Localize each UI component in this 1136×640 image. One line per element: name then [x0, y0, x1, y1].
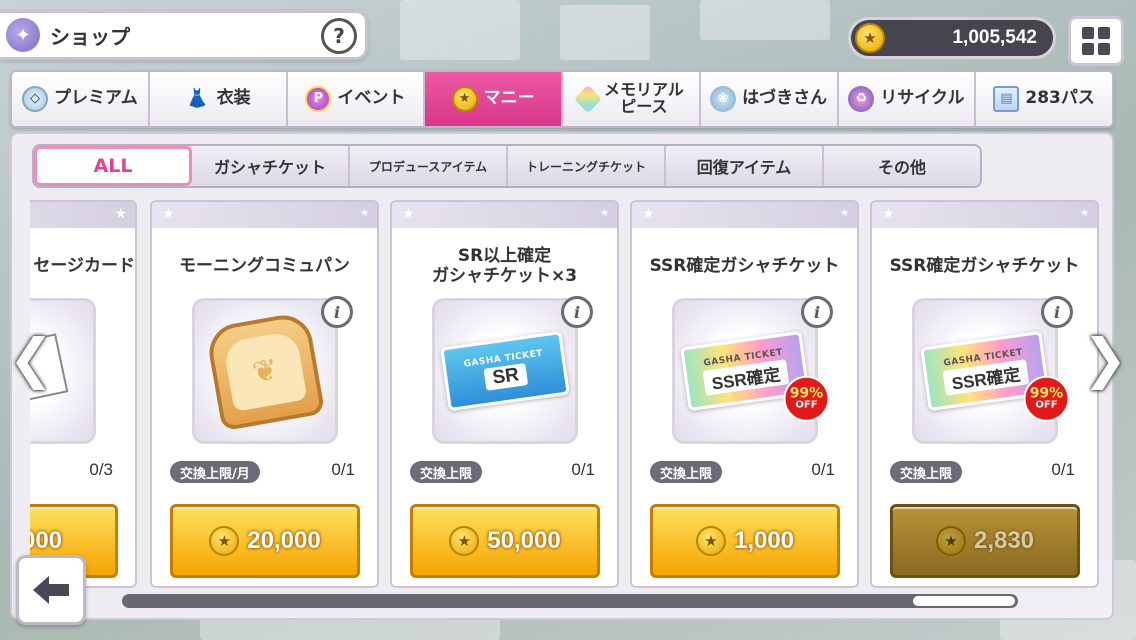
- limit-count: 0/3: [89, 460, 113, 479]
- tab-hazuki[interactable]: ❀ はづきさん: [700, 72, 839, 126]
- scrollbar-thumb[interactable]: [912, 595, 1016, 607]
- item-image: GASHA TICKET SR: [432, 298, 578, 444]
- tab-label: 衣装: [216, 88, 251, 109]
- page-title: ショップ: [50, 24, 130, 49]
- tab-money[interactable]: ★ マニー: [425, 72, 563, 126]
- money-coin-icon: ★: [449, 526, 480, 556]
- discount-percent: 99%: [789, 385, 824, 402]
- card-name: SSR確定ガシャチケット: [889, 256, 1080, 276]
- card-name: SSR確定ガシャチケット: [649, 256, 840, 276]
- shop-card: ★ ★ SSR確定ガシャチケット GASHA TICKET SSR確定 99% O…: [630, 200, 859, 588]
- limit-tag: 交換上限: [890, 461, 963, 483]
- help-button[interactable]: ?: [321, 18, 357, 54]
- chevron-left-icon: ❮: [8, 326, 54, 390]
- money-coin-icon: ★: [451, 86, 478, 112]
- info-button[interactable]: i: [321, 296, 353, 328]
- main-tabs: ◇ プレミアム 👗 衣装 P イベント ★ マニー メモリアル ピース ❀ はづ…: [10, 70, 1114, 128]
- info-button[interactable]: i: [1041, 296, 1073, 328]
- gem-icon: ◇: [21, 86, 48, 112]
- tab-label: マニー: [483, 88, 535, 109]
- limit-count: 0/1: [811, 460, 835, 479]
- discount-badge: 99% OFF: [783, 375, 830, 422]
- info-button[interactable]: i: [801, 296, 833, 328]
- money-coin-icon: ★: [935, 526, 966, 556]
- p-coin-icon: P: [305, 86, 332, 112]
- shop-card: ★ ★ SSR確定ガシャチケット GASHA TICKET SSR確定 99% O…: [870, 200, 1099, 588]
- subtab-other[interactable]: その他: [824, 146, 980, 186]
- horizontal-scrollbar[interactable]: [122, 594, 1018, 608]
- menu-grid-button[interactable]: [1068, 16, 1124, 66]
- card-name: SR以上確定 ガシャチケット×3: [431, 246, 578, 286]
- recycle-icon: ♻: [848, 86, 875, 112]
- prism-icon: [573, 84, 603, 114]
- ssr-ticket-icon: GASHA TICKET SSR確定 99% OFF: [920, 330, 1070, 422]
- tab-label: リサイクル: [880, 88, 965, 109]
- subtab-produce-item[interactable]: プロデュースアイテム: [350, 146, 508, 186]
- price-value: 1,000: [733, 527, 795, 554]
- grid-icon: [1082, 27, 1094, 39]
- info-button[interactable]: i: [561, 296, 593, 328]
- price-value: 000: [30, 527, 63, 554]
- discount-off: OFF: [795, 399, 818, 411]
- tab-memorial-piece[interactable]: メモリアル ピース: [563, 72, 701, 126]
- money-coin-icon: ★: [695, 526, 726, 556]
- limit-count: 0/1: [331, 460, 355, 479]
- sub-tabs: ALL ガシャチケット プロデュースアイテム トレーニングチケット 回復アイテム…: [32, 144, 982, 188]
- tab-label: 283パス: [1025, 88, 1095, 109]
- discount-percent: 99%: [1029, 385, 1064, 402]
- tab-label: はづきさん: [742, 88, 828, 109]
- limit-tag: 交換上限: [650, 461, 723, 483]
- item-image: GASHA TICKET SSR確定 99% OFF: [912, 298, 1070, 444]
- item-image: ❦: [192, 298, 338, 444]
- scroll-left-button[interactable]: ❮: [4, 320, 58, 396]
- ssr-ticket-icon: GASHA TICKET SSR確定 99% OFF: [680, 330, 830, 422]
- shop-card: ★ ★ SR以上確定 ガシャチケット×3 GASHA TICKET SR i 交換…: [390, 200, 619, 588]
- money-display: ★ 1,005,542: [848, 17, 1056, 59]
- hazuki-icon: ❀: [710, 86, 737, 112]
- tab-costume[interactable]: 👗 衣装: [149, 72, 288, 126]
- buy-button[interactable]: ★ 20,000: [170, 504, 360, 578]
- scroll-right-button[interactable]: ❯: [1078, 320, 1132, 396]
- title-bar: ✦ ショップ ?: [0, 10, 368, 60]
- money-value: 1,005,542: [952, 27, 1037, 48]
- back-button[interactable]: [16, 555, 86, 625]
- sr-ticket-icon: GASHA TICKET SR: [440, 330, 570, 412]
- tab-event[interactable]: P イベント: [287, 72, 426, 126]
- subtab-gasha-ticket[interactable]: ガシャチケット: [192, 146, 350, 186]
- subtab-all[interactable]: ALL: [34, 146, 192, 186]
- price-value: 2,830: [973, 527, 1035, 554]
- price-value: 20,000: [247, 527, 321, 554]
- buy-button[interactable]: ★ 1,000: [650, 504, 840, 578]
- limit-tag: 交換上限/月: [170, 461, 260, 483]
- money-coin-icon: ★: [209, 526, 240, 556]
- subtab-recovery-item[interactable]: 回復アイテム: [666, 146, 824, 186]
- tab-recycle[interactable]: ♻ リサイクル: [838, 72, 977, 126]
- price-value: 50,000: [487, 527, 561, 554]
- tab-label: プレミアム: [53, 88, 138, 109]
- tab-premium[interactable]: ◇ プレミアム: [12, 72, 150, 126]
- tab-283-pass[interactable]: ▤ 283パス: [976, 72, 1112, 126]
- discount-badge: 99% OFF: [1023, 375, 1070, 422]
- buy-button[interactable]: ★ 50,000: [410, 504, 600, 578]
- tab-label: イベント: [337, 88, 406, 109]
- pass-icon: ▤: [993, 86, 1020, 112]
- limit-count: 0/1: [571, 460, 595, 479]
- discount-off: OFF: [1035, 399, 1058, 411]
- item-image: GASHA TICKET SSR確定 99% OFF: [672, 298, 830, 444]
- chevron-right-icon: ❯: [1082, 326, 1128, 390]
- limit-count: 0/1: [1051, 460, 1075, 479]
- shop-card: ★ ★ モーニングコミュパン ❦ i 交換上限/月 0/1 ★ 20,000: [150, 200, 379, 588]
- back-arrow-icon: [33, 576, 69, 604]
- buy-button-disabled[interactable]: ★ 2,830: [890, 504, 1080, 578]
- card-name: モーニングコミュパン: [179, 256, 350, 276]
- shop-logo-icon: ✦: [4, 16, 42, 54]
- money-coin-icon: ★: [855, 23, 885, 53]
- dress-icon: 👗: [186, 87, 209, 109]
- card-name: セージカード: [33, 256, 135, 276]
- limit-tag: 交換上限: [410, 461, 483, 483]
- bread-icon: ❦: [204, 310, 326, 432]
- subtab-training-ticket[interactable]: トレーニングチケット: [508, 146, 666, 186]
- tab-label: メモリアル ピース: [603, 80, 684, 116]
- ticket-main-label: SR: [483, 363, 529, 391]
